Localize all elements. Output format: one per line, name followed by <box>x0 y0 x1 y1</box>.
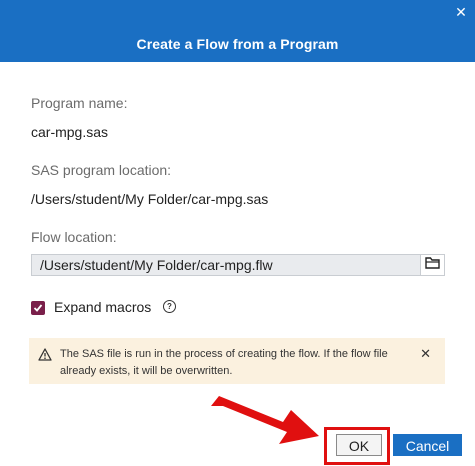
create-flow-dialog: ✕ Create a Flow from a Program Program n… <box>0 0 475 466</box>
expand-macros-checkbox[interactable] <box>31 301 45 315</box>
flow-location-label: Flow location: <box>31 229 117 245</box>
annotation-arrow-icon <box>211 396 319 444</box>
browse-folder-button[interactable] <box>420 255 444 275</box>
program-name-value: car-mpg.sas <box>31 124 109 140</box>
expand-macros-label: Expand macros <box>54 299 152 315</box>
dialog-title: Create a Flow from a Program <box>136 36 339 52</box>
warning-icon <box>38 348 52 362</box>
cancel-button[interactable]: Cancel <box>393 434 462 456</box>
close-icon[interactable]: ✕ <box>420 346 431 362</box>
close-icon[interactable]: ✕ <box>453 4 469 20</box>
folder-icon <box>425 256 440 274</box>
checkmark-icon <box>33 304 43 312</box>
program-name-label: Program name: <box>31 95 128 111</box>
flow-location-field <box>31 254 445 276</box>
warning-text: The SAS file is run in the process of cr… <box>60 348 388 377</box>
help-icon[interactable]: ? <box>163 300 176 313</box>
dialog-header: ✕ Create a Flow from a Program <box>0 0 475 62</box>
program-location-label: SAS program location: <box>31 162 172 178</box>
warning-banner: The SAS file is run in the process of cr… <box>29 338 445 384</box>
ok-button[interactable]: OK <box>336 434 382 456</box>
program-location-value: /Users/student/My Folder/car-mpg.sas <box>31 191 269 207</box>
flow-location-input[interactable] <box>32 255 428 275</box>
